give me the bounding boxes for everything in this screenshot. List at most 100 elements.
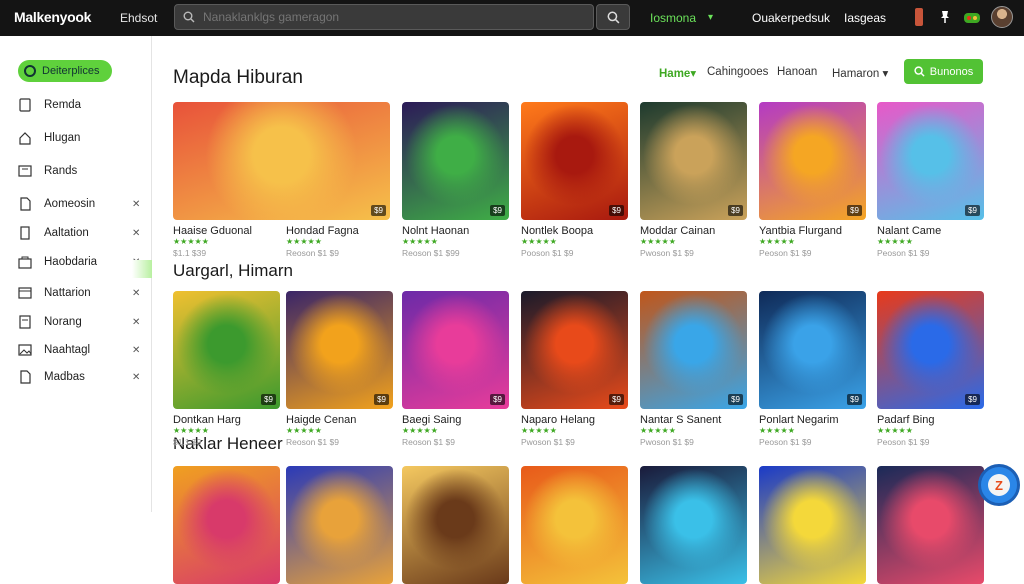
game-card[interactable]: $9 Baegi Saing ★★★★★ Reoson $1 $9 [402,291,509,447]
sidebar-item-8[interactable]: Naahtagl ✕ [18,340,148,360]
grid-icon [18,164,32,178]
price-badge: $9 [728,394,743,405]
game-art [173,102,390,220]
game-art [521,102,628,220]
sidebar-item-3[interactable]: Aomeosin ✕ [18,194,148,214]
game-card[interactable]: $9 Ponlart Negarim ★★★★★ Peoson $1 $9 [759,291,866,447]
price-badge: $9 [261,394,276,405]
game-card[interactable]: $9 Nalant Came ★★★★★ Peoson $1 $9 [877,102,984,258]
sidebar-item-6[interactable]: Nattarion ✕ [18,283,148,303]
nav-link-left[interactable]: Ehdsot [120,11,157,25]
game-card[interactable]: $9 Nantar S Sanent ★★★★★ Pwoson $1 $9 [640,291,747,447]
game-thumbnail[interactable] [286,466,393,584]
nav-link-3[interactable]: Hanoan [777,66,817,78]
game-controller-icon[interactable] [961,6,983,28]
game-name: Dontkan Harg [173,414,241,426]
game-card[interactable]: $9 Nontlek Boopa ★★★★★ Pooson $1 $9 [521,102,628,258]
game-card[interactable]: $9 Naparo Helang ★★★★★ Pwoson $1 $9 [521,291,628,447]
game-card[interactable] [402,466,509,584]
search-box[interactable] [174,4,594,30]
game-thumbnail[interactable]: $9 [877,102,984,220]
price-badge: $9 [965,394,980,405]
sidebar-item-4[interactable]: Aaltation ✕ [18,223,148,243]
nav-link-right-1[interactable]: Ouakerpedsuk [752,11,830,25]
nav-link-right-2[interactable]: Iasgeas [844,11,886,25]
game-thumbnail[interactable]: $9 [759,291,866,409]
price-badge: $9 [490,394,505,405]
game-card-caption[interactable]: Hondad Fagna ★★★★★ Reoson $1 $9 [286,220,393,258]
game-thumbnail[interactable]: $9 [173,291,280,409]
sidebar-item-5[interactable]: Haobdaria✕ [18,252,148,272]
sidebar-item-1[interactable]: Hlugan [18,128,148,148]
avatar[interactable] [991,6,1013,28]
search-icon [607,11,619,23]
pin-icon[interactable] [934,6,956,28]
price-badge: $9 [490,205,505,216]
nav-link-green[interactable]: Iosmona [650,11,696,25]
game-thumbnail[interactable]: $9 [877,291,984,409]
game-thumbnail[interactable]: $9 [521,102,628,220]
game-thumbnail[interactable]: $9 [640,291,747,409]
game-art [521,466,628,584]
game-stars: ★★★★★ [286,237,322,246]
floating-action-button[interactable]: Z [978,464,1020,506]
game-thumbnail[interactable] [759,466,866,584]
sidebar-item-9[interactable]: Madbas ✕ [18,367,148,387]
nav-link-4[interactable]: Hamaron ▾ [832,66,888,80]
sidebar-item-2[interactable]: Rands [18,161,148,181]
browse-button[interactable]: Bunonos [904,59,983,84]
game-card[interactable]: $9 Yantbia Flurgand ★★★★★ Peoson $1 $9 [759,102,866,258]
page-title: Mapda Hiburan [173,67,303,88]
expand-icon[interactable]: ✕ [132,199,140,210]
game-thumbnail[interactable]: $9 [286,291,393,409]
expand-icon[interactable]: ✕ [132,372,140,383]
game-card[interactable] [521,466,628,584]
user-icon [18,98,32,112]
game-art [759,291,866,409]
circle-icon [24,65,36,77]
game-name: Baegi Saing [402,414,462,426]
game-card[interactable] [286,466,393,584]
game-thumbnail[interactable]: $9 [173,102,390,220]
expand-icon[interactable]: ✕ [132,317,140,328]
game-art [640,102,747,220]
sidebar-item-7[interactable]: Norang ✕ [18,312,148,332]
expand-icon[interactable]: ✕ [132,288,140,299]
sidebar-item-label: Remda [44,99,82,111]
sidebar-item-0[interactable]: Remda [18,95,148,115]
sidebar-active-indicator [132,260,152,278]
expand-icon[interactable]: ✕ [132,228,140,239]
game-thumbnail[interactable]: $9 [759,102,866,220]
game-card[interactable] [877,466,984,584]
profile-thumb-icon[interactable] [908,6,930,28]
game-thumbnail[interactable] [173,466,280,584]
expand-icon[interactable]: ✕ [132,345,140,356]
game-thumbnail[interactable] [521,466,628,584]
game-thumbnail[interactable] [640,466,747,584]
nav-home[interactable]: Hame▾ [659,66,696,80]
nav-categories[interactable]: Cahingooes [707,66,768,78]
game-card[interactable] [173,466,280,584]
game-thumbnail[interactable]: $9 [640,102,747,220]
game-card[interactable]: $9 Dontkan Harg ★★★★★ $1.1 $9 [173,291,280,447]
game-stars: ★★★★★ [759,237,795,246]
game-card[interactable] [759,466,866,584]
game-card[interactable]: $9 Haigde Cenan ★★★★★ Reoson $1 $9 [286,291,393,447]
game-thumbnail[interactable] [402,466,509,584]
home-icon [18,131,32,145]
game-card[interactable] [640,466,747,584]
search-icon [175,11,203,23]
game-thumbnail[interactable] [877,466,984,584]
game-card[interactable]: $9 Padarf Bing ★★★★★ Peoson $1 $9 [877,291,984,447]
app-logo[interactable]: Malkenyook [14,9,91,25]
game-thumbnail[interactable]: $9 [402,291,509,409]
game-thumbnail[interactable]: $9 [402,102,509,220]
game-card[interactable]: $9 Nolnt Haonan ★★★★★ Reoson $1 $99 [402,102,509,258]
sidebar-pill-button[interactable]: Deiterplices [18,60,112,82]
game-stars: ★★★★★ [402,237,438,246]
search-button[interactable] [596,4,630,30]
search-input[interactable] [203,10,583,24]
game-card[interactable]: $9 Moddar Cainan ★★★★★ Pwoson $1 $9 [640,102,747,258]
game-name: Yantbia Flurgand [759,225,842,237]
game-thumbnail[interactable]: $9 [521,291,628,409]
